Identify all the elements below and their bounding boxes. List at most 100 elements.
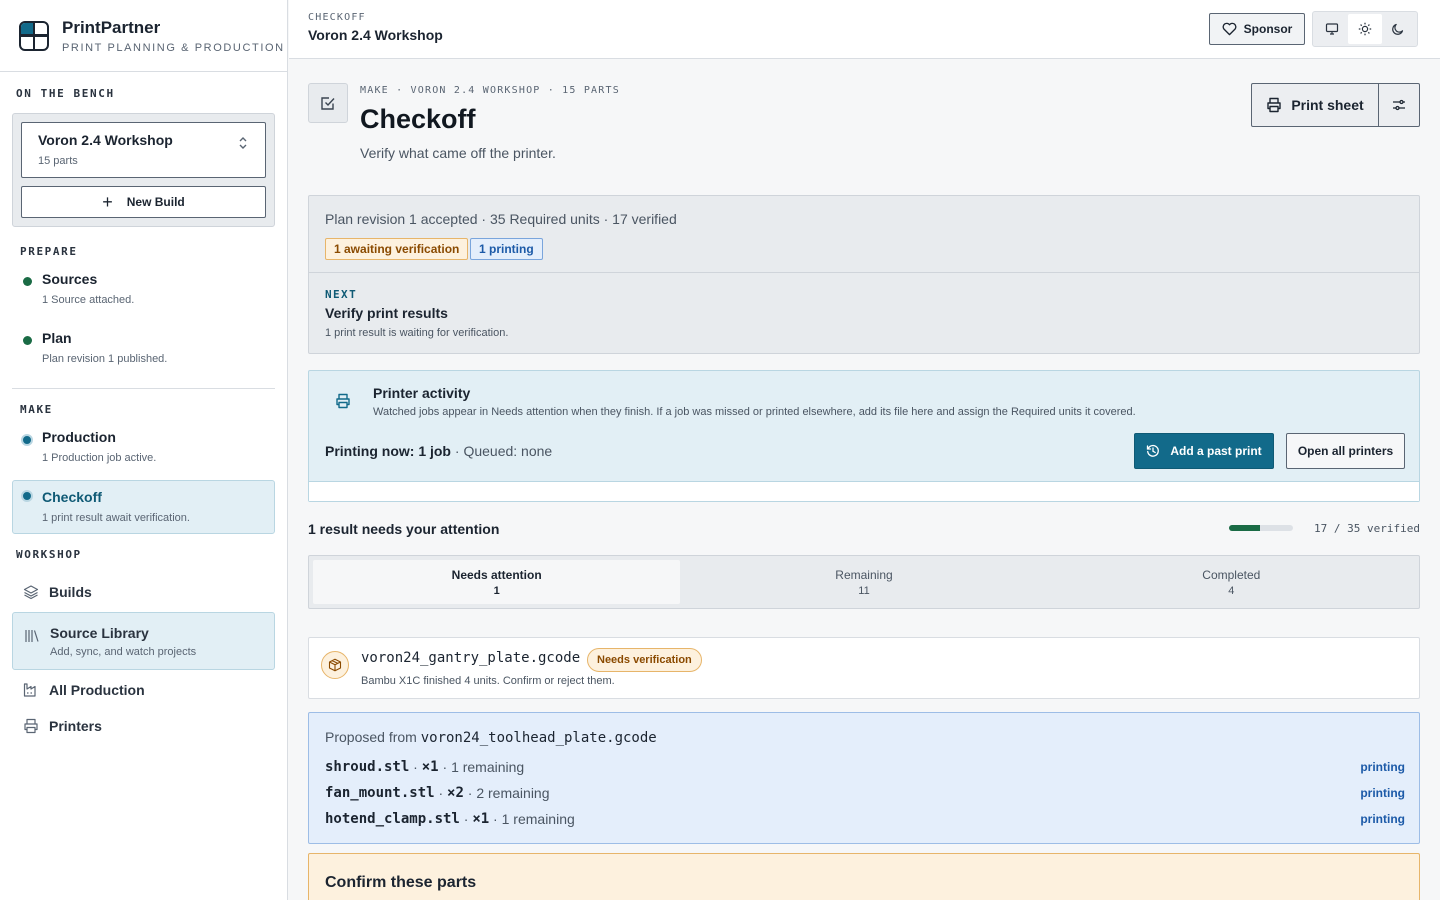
sidebar-step-checkoff[interactable]: Checkoff 1 print result await verificati… — [12, 480, 275, 534]
sidebar-step-production[interactable]: Production 1 Production job active. — [12, 420, 275, 474]
plan-summary: Plan revision 1 accepted · 35 Required u… — [325, 211, 677, 227]
step-subtitle: 1 print result await verification. — [42, 512, 190, 524]
next-step-title[interactable]: Verify print results — [325, 305, 448, 321]
theme-light-button[interactable] — [1348, 14, 1382, 44]
step-subtitle: 1 Production job active. — [42, 452, 157, 464]
nav-label: All Production — [49, 682, 145, 698]
history-icon — [1147, 444, 1160, 457]
build-selector[interactable]: Voron 2.4 Workshop 15 parts — [21, 122, 266, 178]
step-subtitle: Plan revision 1 published. — [42, 353, 168, 365]
part-remaining: 1 remaining — [501, 811, 575, 827]
sidebar-step-plan[interactable]: Plan Plan revision 1 published. — [12, 321, 275, 375]
sidebar-step-sources[interactable]: Sources 1 Source attached. — [12, 262, 275, 316]
confirm-parts-card: Confirm these parts — [308, 853, 1420, 900]
page-subtitle: Verify what came off the printer. — [360, 145, 556, 161]
queued-status: · Queued: none — [451, 443, 553, 459]
checkbox-square-icon — [308, 83, 348, 123]
sidebar: PrintPartner PRINT PLANNING & PRODUCTION… — [0, 0, 288, 900]
status-ring-icon — [21, 434, 33, 446]
awaiting-verification-badge: 1 awaiting verification — [325, 238, 469, 260]
tab-count: 1 — [493, 584, 500, 597]
theme-switcher — [1312, 11, 1418, 47]
section-label-prepare: PREPARE — [20, 245, 78, 258]
package-icon — [321, 651, 349, 679]
printer-icon — [1267, 97, 1282, 113]
add-past-print-button[interactable]: Add a past print — [1134, 433, 1274, 469]
sponsor-button[interactable]: Sponsor — [1209, 13, 1305, 45]
needs-verification-badge: Needs verification — [587, 648, 702, 672]
proposed-part-row: hotend_clamp.stl · ×1 · 1 remaining prin… — [325, 811, 1405, 827]
topbar: CHECKOFF Voron 2.4 Workshop Sponsor — [289, 0, 1440, 59]
printer-activity-title: Printer activity — [373, 385, 471, 401]
tab-label: Remaining — [835, 567, 893, 582]
layers-icon — [23, 584, 39, 600]
part-remaining: 1 remaining — [451, 759, 525, 775]
sidebar-item-all-production[interactable]: All Production — [12, 672, 275, 708]
printing-now-status: Printing now: 1 job · Queued: none — [325, 443, 552, 459]
card-divider — [309, 272, 1419, 273]
tab-count: 4 — [1228, 584, 1235, 597]
print-options-button[interactable] — [1379, 84, 1419, 126]
part-remaining: 2 remaining — [476, 785, 550, 801]
result-filename: voron24_gantry_plate.gcode — [361, 650, 581, 666]
sidebar-item-printers[interactable]: Printers — [12, 708, 275, 744]
result-tabs: Needs attention 1 Remaining 11 Completed… — [308, 555, 1420, 609]
progress-fill — [1229, 525, 1261, 531]
attention-title: 1 result needs your attention — [308, 521, 500, 537]
plus-icon: + — [102, 191, 113, 212]
print-sheet-group: Print sheet — [1251, 83, 1420, 127]
print-result-item[interactable]: voron24_gantry_plate.gcode Needs verific… — [308, 637, 1420, 699]
brand[interactable]: PrintPartner PRINT PLANNING & PRODUCTION — [0, 0, 287, 72]
proposed-header: Proposed from voron24_toolhead_plate.gco… — [325, 729, 657, 746]
proposed-prefix: Proposed from — [325, 729, 421, 745]
sidebar-item-source-library[interactable]: Source Library Add, sync, and watch proj… — [12, 612, 275, 670]
step-title: Sources — [42, 271, 98, 287]
printing-badge: 1 printing — [470, 238, 543, 260]
result-subtitle: Bambu X1C finished 4 units. Confirm or r… — [361, 675, 615, 687]
verified-count: 17 / 35 verified — [1314, 522, 1420, 535]
proposed-part-row: shroud.stl · ×1 · 1 remaining printing — [325, 759, 1405, 775]
proposed-filename: voron24_toolhead_plate.gcode — [420, 730, 657, 746]
printer-icon — [335, 393, 351, 414]
tab-completed[interactable]: Completed 4 — [1048, 560, 1415, 604]
theme-system-button[interactable] — [1315, 14, 1348, 44]
part-status: printing — [1360, 760, 1405, 774]
next-label: NEXT — [325, 288, 358, 301]
printpartner-logo-icon — [19, 20, 49, 51]
proposed-parts-card: Proposed from voron24_toolhead_plate.gco… — [308, 712, 1420, 844]
topbar-title: Voron 2.4 Workshop — [308, 27, 443, 43]
nav-sublabel: Add, sync, and watch projects — [50, 646, 197, 658]
sidebar-divider — [12, 388, 275, 389]
page-meta: MAKE · VORON 2.4 WORKSHOP · 15 PARTS — [360, 85, 620, 96]
printer-activity-card: Printer activity Watched jobs appear in … — [308, 370, 1420, 502]
status-dot-icon — [23, 336, 32, 345]
tab-remaining[interactable]: Remaining 11 — [680, 560, 1047, 604]
sidebar-item-builds[interactable]: Builds — [12, 574, 275, 610]
plan-status-card: Plan revision 1 accepted · 35 Required u… — [308, 195, 1420, 354]
step-subtitle: 1 Source attached. — [42, 294, 135, 306]
new-build-button[interactable]: + New Build — [21, 186, 266, 218]
tab-label: Completed — [1202, 567, 1261, 582]
printing-now-label: Printing now: 1 job — [325, 443, 451, 459]
tab-needs-attention[interactable]: Needs attention 1 — [313, 560, 681, 604]
theme-dark-button[interactable] — [1382, 14, 1415, 44]
print-sheet-button[interactable]: Print sheet — [1252, 84, 1379, 126]
nav-label: Builds — [49, 584, 92, 600]
proposed-part-row: fan_mount.stl · ×2 · 2 remaining printin… — [325, 785, 1405, 801]
printer-icon — [23, 718, 39, 734]
open-all-printers-button[interactable]: Open all printers — [1286, 433, 1405, 469]
library-icon — [24, 628, 40, 644]
part-qty: ×1 — [472, 811, 490, 827]
part-qty: ×2 — [447, 785, 464, 801]
monitor-icon — [1325, 23, 1338, 35]
next-step-subtitle: 1 print result is waiting for verificati… — [325, 327, 509, 339]
status-ring-icon — [21, 490, 33, 502]
step-title: Production — [42, 429, 116, 445]
settings-sliders-icon — [1393, 99, 1405, 111]
bench-box: Voron 2.4 Workshop 15 parts + New Build — [12, 113, 275, 227]
nav-label: Printers — [49, 718, 102, 734]
part-status: printing — [1360, 786, 1405, 800]
step-title: Checkoff — [42, 489, 102, 505]
moon-icon — [1392, 23, 1404, 35]
tab-count: 11 — [858, 584, 870, 597]
